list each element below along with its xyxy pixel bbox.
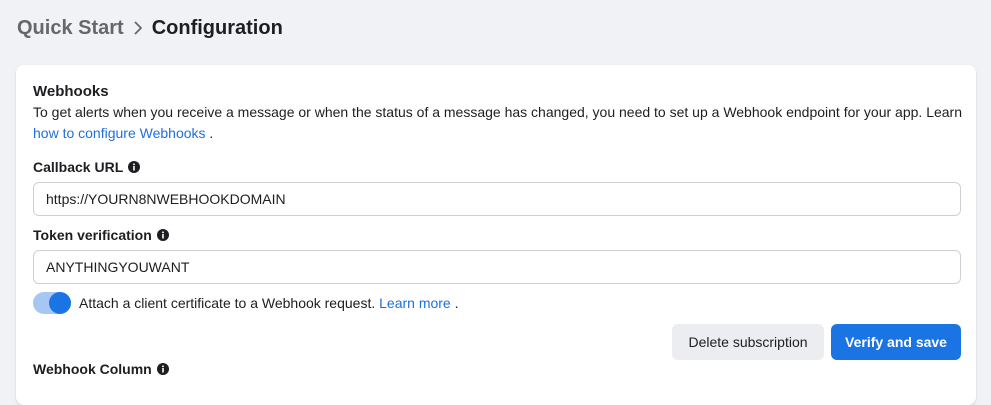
webhook-column-label-text: Webhook Column: [33, 361, 152, 377]
info-icon[interactable]: [156, 229, 169, 241]
breadcrumb-quick-start[interactable]: Quick Start: [17, 17, 124, 40]
delete-subscription-button[interactable]: Delete subscription: [672, 324, 824, 360]
webhooks-card: Webhooks To get alerts when you receive …: [16, 65, 976, 405]
client-certificate-toggle[interactable]: [33, 292, 71, 314]
client-certificate-row: Attach a client certificate to a Webhook…: [33, 292, 459, 314]
verify-and-save-button[interactable]: Verify and save: [831, 324, 961, 360]
callback-url-label: Callback URL: [33, 159, 141, 175]
breadcrumb: Quick Start Configuration: [17, 14, 283, 42]
callback-url-input[interactable]: [33, 182, 961, 216]
client-certificate-text: Attach a client certificate to a Webhook…: [79, 295, 380, 311]
client-certificate-end: .: [450, 295, 459, 311]
page-title: Configuration: [151, 16, 283, 39]
callback-url-label-text: Callback URL: [33, 159, 124, 175]
token-verification-label-text: Token verification: [33, 227, 152, 243]
info-icon[interactable]: [156, 363, 169, 375]
token-verification-input[interactable]: [33, 250, 961, 284]
webhooks-description: To get alerts when you receive a message…: [33, 102, 968, 144]
learn-more-link[interactable]: Learn more: [379, 295, 451, 311]
webhooks-title: Webhooks: [33, 83, 109, 100]
description-end: .: [205, 125, 214, 141]
toggle-knob: [49, 292, 71, 314]
token-verification-label: Token verification: [33, 227, 169, 243]
info-icon[interactable]: [128, 161, 141, 173]
webhook-column-label: Webhook Column: [33, 361, 169, 377]
chevron-right-icon: [124, 18, 152, 38]
description-text: To get alerts when you receive a message…: [33, 104, 962, 120]
configure-webhooks-link[interactable]: how to configure Webhooks: [33, 125, 206, 141]
